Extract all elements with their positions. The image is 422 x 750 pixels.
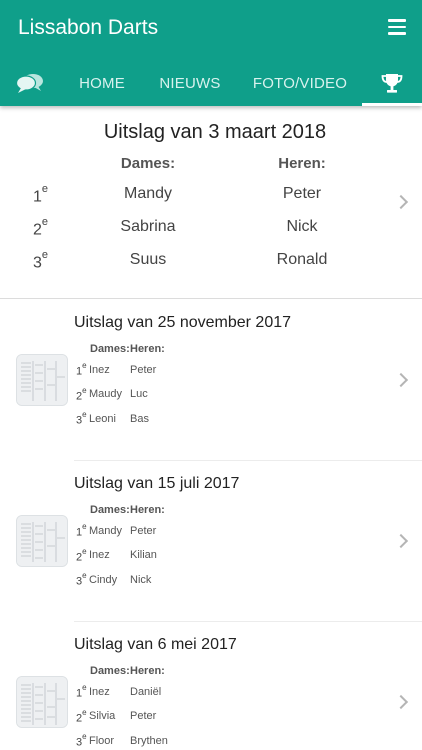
chevron-right-icon — [393, 372, 409, 388]
hamburger-menu-button[interactable] — [384, 14, 410, 40]
place-number: 1 — [33, 188, 42, 206]
dames-header: Dames: — [90, 343, 130, 355]
dames-name: Inez — [89, 686, 110, 698]
place-suffix: e — [82, 708, 87, 717]
heren-name: Nick — [130, 574, 152, 586]
heren-header: Heren: — [130, 343, 165, 355]
dames-name: Maudy — [89, 388, 123, 400]
result-list-item[interactable]: Uitslag van 6 mei 2017 Dames: Heren: 1e … — [0, 622, 422, 750]
place-label: 3e — [76, 410, 87, 427]
place-label: 1e — [76, 361, 87, 378]
place-label: 1e — [76, 683, 87, 700]
dames-name: Inez — [89, 549, 110, 561]
result-title: Uitslag van 15 juli 2017 — [74, 475, 240, 492]
dames-name: Inez — [89, 364, 110, 376]
result-title: Uitslag van 25 november 2017 — [74, 314, 292, 331]
heren-name: Luc — [130, 388, 148, 400]
place-suffix: e — [82, 361, 87, 370]
tab-uitslagen[interactable] — [362, 60, 422, 106]
dames-name: Silvia — [89, 710, 116, 722]
result-sheet-thumbnail — [16, 515, 68, 567]
place-number: 3 — [33, 254, 42, 272]
place-label: 3e — [76, 732, 87, 749]
heren-header: Heren: — [278, 155, 326, 172]
result-sheet-thumbnail — [16, 354, 68, 406]
result-sheet-thumbnail — [16, 676, 68, 728]
result-title: Uitslag van 6 mei 2017 — [74, 636, 237, 653]
dames-header: Dames: — [90, 665, 130, 677]
place-label: 3e — [76, 571, 87, 588]
result-list-item[interactable]: Uitslag van 25 november 2017 Dames: Here… — [0, 300, 422, 461]
dames-name: Mandy — [89, 525, 123, 537]
place-suffix: e — [41, 216, 49, 228]
chevron-right-icon — [393, 694, 409, 710]
dames-header: Dames: — [120, 155, 176, 172]
dames-name: Leoni — [89, 413, 116, 425]
chat-bubbles-icon — [16, 74, 43, 93]
place-label: 2e — [76, 386, 87, 403]
menu-line — [388, 25, 406, 29]
dames-name: Cindy — [89, 574, 118, 586]
place-suffix: e — [82, 386, 87, 395]
tab-chat[interactable] — [0, 60, 60, 106]
place-label: 2e — [33, 216, 49, 239]
place-suffix: e — [82, 547, 87, 556]
chevron-right-icon — [393, 194, 409, 210]
dames-name: Floor — [89, 735, 115, 747]
latest-result-title: Uitslag van 3 maart 2018 — [103, 121, 327, 143]
tab-home[interactable]: HOME — [64, 60, 140, 106]
heren-name: Nick — [286, 218, 318, 235]
place-suffix: e — [82, 732, 87, 741]
heren-header: Heren: — [130, 665, 165, 677]
place-suffix: e — [41, 249, 49, 261]
heren-header: Heren: — [130, 504, 165, 516]
place-label: 2e — [76, 708, 87, 725]
heren-name: Peter — [130, 364, 157, 376]
heren-name: Brythen — [130, 735, 168, 747]
dames-name: Suus — [129, 251, 167, 268]
place-suffix: e — [82, 410, 87, 419]
dames-name: Sabrina — [120, 218, 176, 235]
app-bar: Lissabon Darts HOME NIEUWS FOTO/VIDEO — [0, 0, 422, 106]
latest-result-card[interactable]: Uitslag van 3 maart 2018 Dames: Heren: 1… — [0, 106, 422, 299]
place-suffix: e — [82, 522, 87, 531]
heren-name: Daniël — [130, 686, 162, 698]
heren-name: Peter — [130, 525, 157, 537]
app-title: Lissabon Darts — [18, 16, 159, 39]
heren-name: Peter — [130, 710, 157, 722]
place-suffix: e — [82, 683, 87, 692]
heren-name: Bas — [130, 413, 149, 425]
heren-name: Kilian — [130, 549, 157, 561]
place-number: 2 — [33, 221, 42, 239]
trophy-icon — [381, 74, 403, 93]
place-label: 3e — [33, 249, 49, 272]
place-label: 2e — [76, 547, 87, 564]
tab-nieuws[interactable]: NIEUWS — [150, 60, 230, 106]
chevron-right-icon — [393, 533, 409, 549]
heren-name: Peter — [282, 185, 322, 202]
place-suffix: e — [41, 183, 49, 195]
menu-line — [388, 19, 406, 22]
dames-name: Mandy — [123, 185, 173, 202]
result-list-item[interactable]: Uitslag van 15 juli 2017 Dames: Heren: 1… — [0, 461, 422, 622]
heren-name: Ronald — [276, 251, 328, 268]
tab-foto-video[interactable]: FOTO/VIDEO — [246, 60, 354, 106]
menu-line — [388, 32, 406, 35]
place-label: 1e — [76, 522, 87, 539]
tab-bar: HOME NIEUWS FOTO/VIDEO — [0, 60, 422, 106]
place-suffix: e — [82, 571, 87, 580]
place-label: 1e — [33, 183, 49, 206]
dames-header: Dames: — [90, 504, 130, 516]
